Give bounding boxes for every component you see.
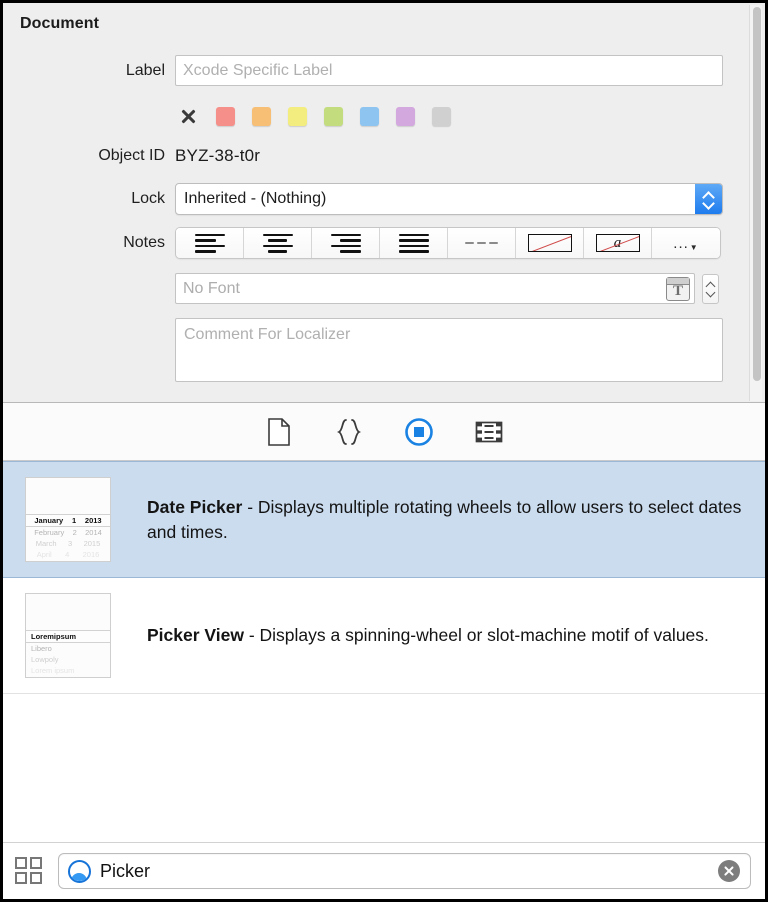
align-center-button[interactable] <box>244 228 312 258</box>
color-swatch-purple[interactable] <box>396 106 415 126</box>
color-swatch-row <box>3 105 738 127</box>
align-natural-button[interactable] <box>448 228 516 258</box>
date-picker-thumbnail: January 1 2013 February 2 2014 March 3 2… <box>25 477 111 562</box>
list-item-text: Picker View - Displays a spinning-wheel … <box>147 623 709 648</box>
search-input-value: Picker <box>100 860 151 881</box>
list-item[interactable]: January 1 2013 February 2 2014 March 3 2… <box>3 461 765 578</box>
align-justify-button[interactable] <box>380 228 448 258</box>
comment-textarea[interactable]: Comment For Localizer <box>175 318 723 382</box>
picker-view-thumbnail: Loremipsum Libero Lowpoly Lorem ipsum <box>25 593 111 678</box>
disable-spelling-button[interactable] <box>516 228 584 258</box>
notes-row: Notes a ... ▼ <box>3 227 738 259</box>
object-filter-icon[interactable] <box>68 859 91 883</box>
library-tab-bar <box>3 403 765 461</box>
thumb-row-faded: Lowpoly <box>31 655 59 664</box>
font-size-stepper[interactable] <box>702 273 719 304</box>
align-left-icon <box>194 231 225 256</box>
list-item-title: Picker View <box>147 625 244 646</box>
clear-icon[interactable] <box>718 860 740 882</box>
lock-select-value: Inherited - (Nothing) <box>184 190 327 207</box>
sidebar-item-code-snippet-library[interactable] <box>331 414 367 450</box>
label-field-row: Label Xcode Specific Label <box>3 55 738 86</box>
sidebar-item-media-library[interactable] <box>471 414 507 450</box>
sidebar-item-file-template-library[interactable] <box>261 414 297 450</box>
grid-view-icon[interactable] <box>15 857 43 885</box>
color-swatch-yellow[interactable] <box>288 106 307 126</box>
stepper-down-icon[interactable] <box>706 291 715 296</box>
color-swatch-blue[interactable] <box>360 106 379 126</box>
object-library-list: January 1 2013 February 2 2014 March 3 2… <box>3 461 765 842</box>
xcode-inspector-window: Document Label Xcode Specific Label Obje… <box>0 0 768 902</box>
strikethrough-a-icon: a <box>595 234 640 252</box>
label-field-label: Label <box>125 61 165 79</box>
font-input-placeholder: No Font <box>183 279 240 297</box>
chevron-updown-icon[interactable] <box>695 184 722 214</box>
notes-label: Notes <box>123 234 165 251</box>
list-item-description: Displays a spinning-wheel or slot-machin… <box>259 625 709 646</box>
thumb-row-faded: April 4 2016 <box>36 550 100 559</box>
lock-label: Lock <box>131 190 165 207</box>
filmstrip-icon <box>475 421 503 442</box>
inspector-scrollbar-thumb[interactable] <box>753 7 761 381</box>
no-color-icon[interactable] <box>179 105 199 127</box>
document-icon <box>268 417 290 446</box>
thumb-row-faded: Lorem ipsum <box>31 666 75 675</box>
label-input-placeholder: Xcode Specific Label <box>183 61 333 79</box>
braces-icon <box>336 418 362 445</box>
inspector-scrollbar[interactable] <box>749 5 762 401</box>
object-id-value: BYZ-38-t0r <box>175 146 261 165</box>
font-row: No Font T <box>3 273 738 304</box>
search-input[interactable]: Picker <box>58 853 751 889</box>
color-swatch-gray[interactable] <box>432 106 451 126</box>
color-swatch-orange[interactable] <box>252 106 271 126</box>
align-justify-icon <box>398 231 429 256</box>
font-panel-button[interactable]: T <box>666 277 690 301</box>
align-right-button[interactable] <box>312 228 380 258</box>
stepper-up-icon[interactable] <box>706 282 715 287</box>
disable-grammar-button[interactable]: a <box>584 228 652 258</box>
thumb-row-selected: Loremipsum <box>26 630 110 643</box>
strikethrough-box-icon <box>527 234 572 252</box>
page-title: Document <box>20 15 100 32</box>
thumb-row-selected: January 1 2013 <box>26 514 110 527</box>
document-inspector-panel: Document Label Xcode Specific Label Obje… <box>3 3 765 403</box>
ellipsis-icon: ... ▼ <box>673 234 699 252</box>
lock-row: Lock Inherited - (Nothing) <box>3 183 738 215</box>
object-id-label: Object ID <box>98 147 165 164</box>
thumb-row-faded: February 2 2014 <box>34 528 102 537</box>
align-right-icon <box>330 231 361 256</box>
list-item-text: Date Picker - Displays multiple rotating… <box>147 495 745 545</box>
notes-format-toolbar: a ... ▼ <box>175 227 721 259</box>
library-bottom-bar: Picker <box>3 842 765 899</box>
list-item-title: Date Picker <box>147 496 243 517</box>
more-options-button[interactable]: ... ▼ <box>652 228 720 258</box>
color-swatch-red[interactable] <box>216 106 235 126</box>
object-id-row: Object ID BYZ-38-t0r <box>3 146 738 166</box>
align-left-button[interactable] <box>176 228 244 258</box>
comment-textarea-placeholder: Comment For Localizer <box>184 326 351 343</box>
align-center-icon <box>262 231 293 256</box>
comment-row: Comment For Localizer <box>3 318 738 382</box>
thumb-row-faded: March 3 2015 <box>35 539 101 548</box>
lock-select[interactable]: Inherited - (Nothing) <box>175 183 723 215</box>
sidebar-item-object-library[interactable] <box>401 414 437 450</box>
thumb-row-faded: Libero <box>31 644 52 653</box>
font-input[interactable]: No Font T <box>175 273 695 304</box>
list-item[interactable]: Loremipsum Libero Lowpoly Lorem ipsum Pi… <box>3 578 765 694</box>
circle-square-icon <box>405 417 433 446</box>
dashes-icon <box>465 241 498 245</box>
color-swatch-green[interactable] <box>324 106 343 126</box>
list-item-separator: - <box>243 625 260 646</box>
label-input[interactable]: Xcode Specific Label <box>175 55 723 86</box>
list-item-separator: - <box>242 496 258 517</box>
